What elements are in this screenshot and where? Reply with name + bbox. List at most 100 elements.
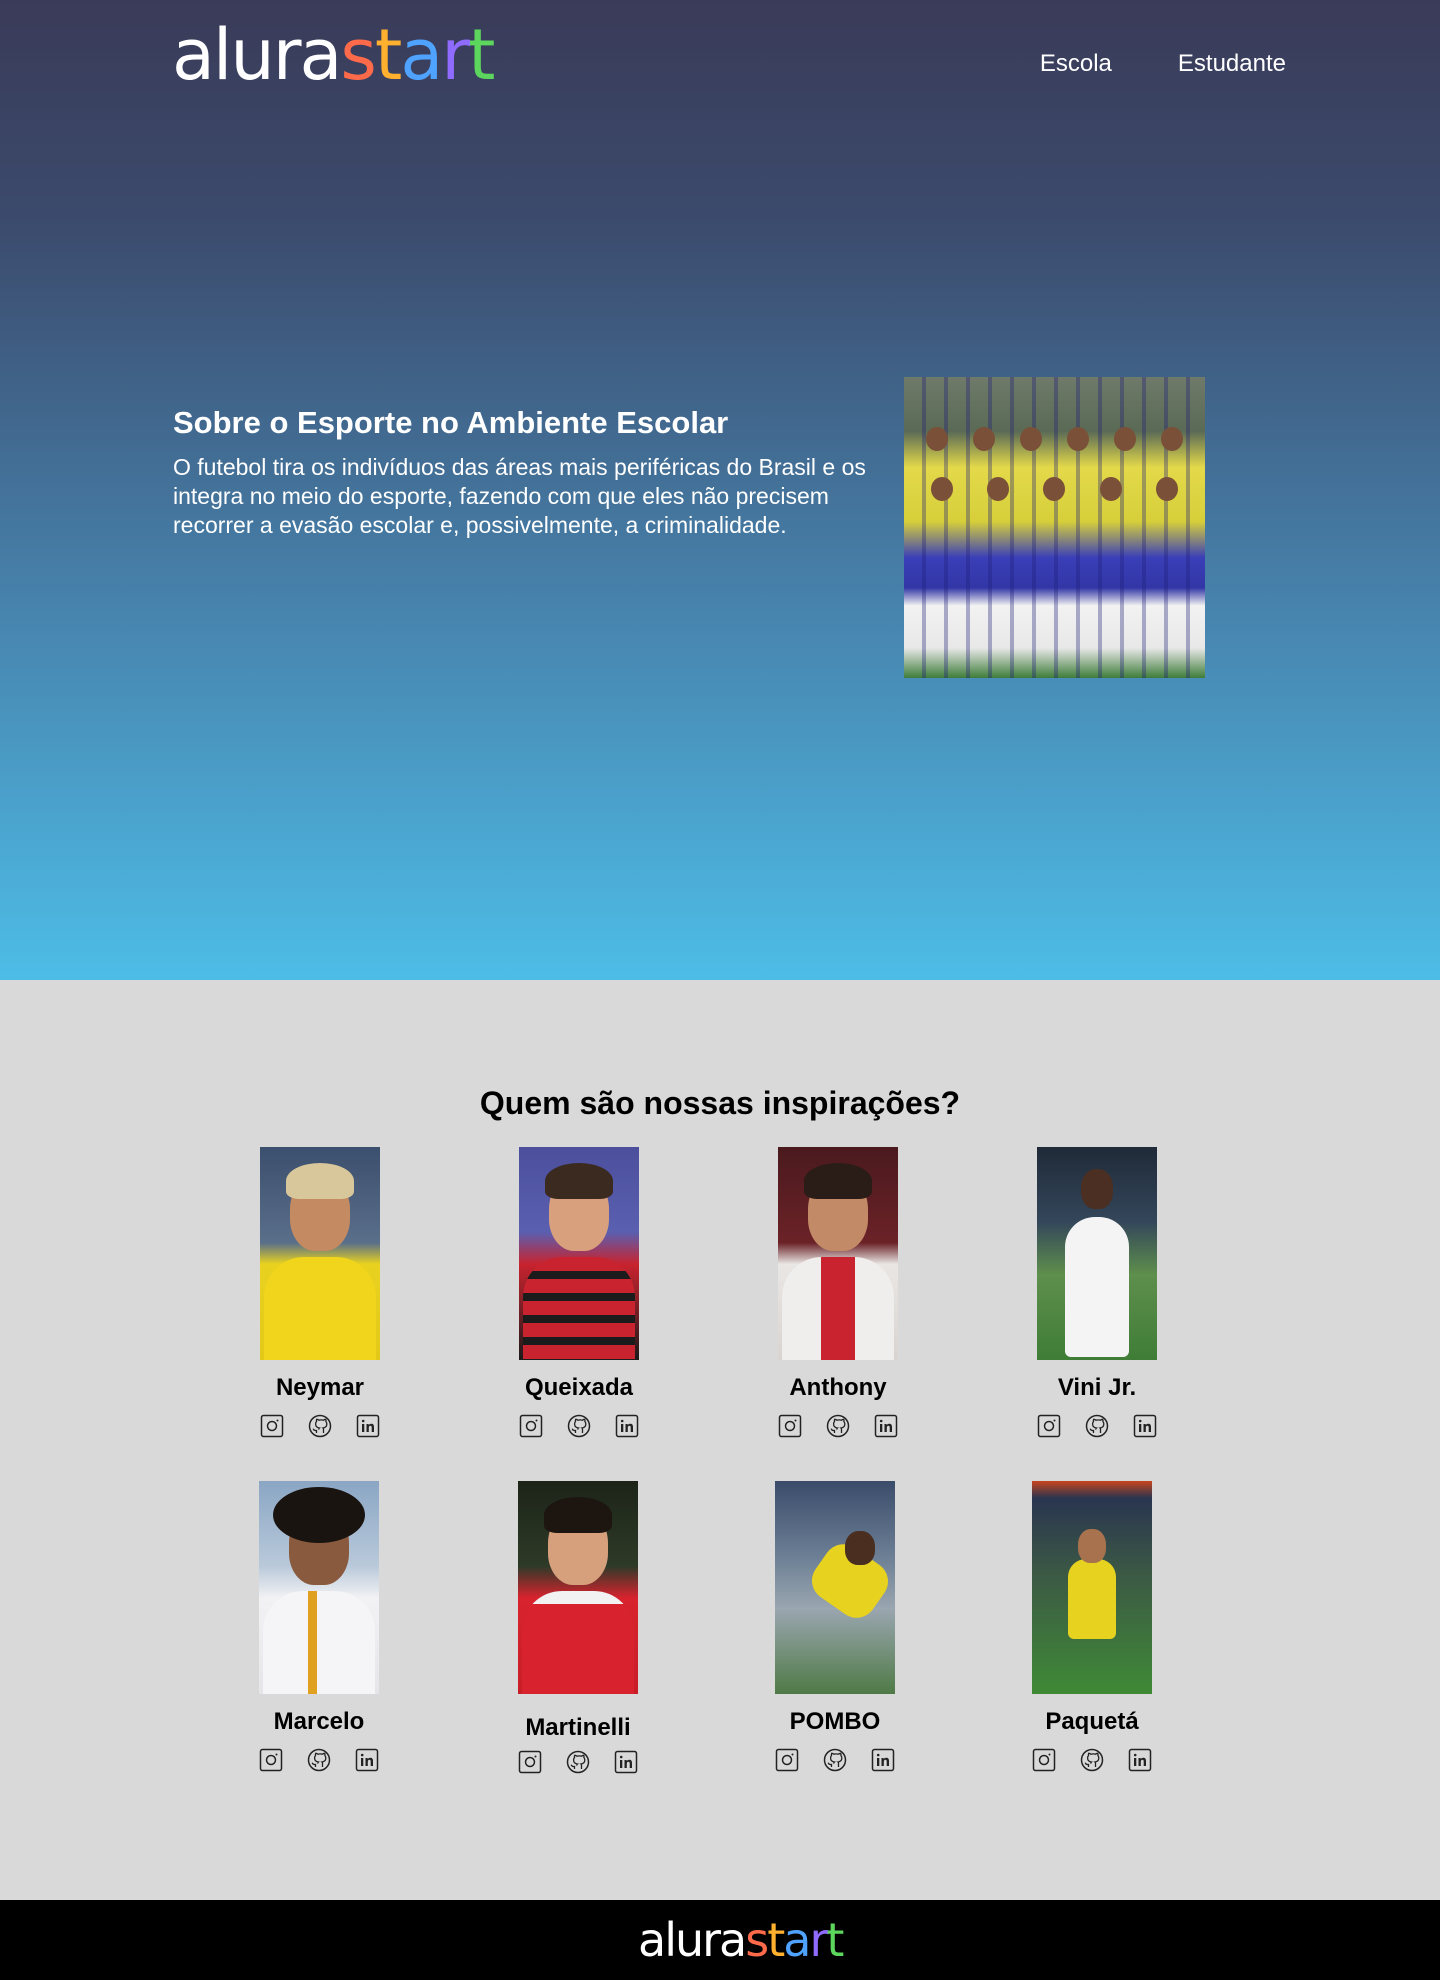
logo-letter: r — [441, 14, 470, 96]
logo-letter: t — [826, 1913, 844, 1967]
team-photo-back-row — [914, 427, 1195, 451]
logo-letter: a — [400, 14, 443, 96]
social-links — [1037, 1414, 1157, 1438]
player-photo — [775, 1481, 895, 1694]
github-icon[interactable] — [823, 1748, 847, 1772]
logo-letter: t — [767, 1913, 785, 1967]
player-photo-hair — [544, 1497, 612, 1533]
player-head — [1155, 477, 1178, 501]
player-photo-face — [1078, 1529, 1106, 1563]
player-photo — [519, 1147, 639, 1360]
alurastart-logo[interactable]: alura start — [172, 20, 496, 90]
linkedin-icon[interactable] — [871, 1748, 895, 1772]
instagram-icon[interactable] — [775, 1748, 799, 1772]
linkedin-icon[interactable] — [356, 1414, 380, 1438]
player-head — [1066, 427, 1089, 451]
linkedin-icon[interactable] — [614, 1750, 638, 1774]
hero-text: Sobre o Esporte no Ambiente Escolar O fu… — [173, 403, 893, 540]
linkedin-icon[interactable] — [1133, 1414, 1157, 1438]
player-photo — [260, 1147, 380, 1360]
player-card-martinelli: Martinelli — [518, 1481, 638, 1774]
player-photo — [1037, 1147, 1157, 1360]
player-photo-hair — [273, 1487, 365, 1543]
social-links — [518, 1750, 638, 1774]
player-head — [1043, 477, 1066, 501]
player-card-queixada: Queixada — [519, 1147, 639, 1438]
player-head — [1020, 427, 1043, 451]
linkedin-icon[interactable] — [615, 1414, 639, 1438]
player-name: Anthony — [789, 1374, 887, 1401]
instagram-icon[interactable] — [1037, 1414, 1061, 1438]
github-icon[interactable] — [1080, 1748, 1104, 1772]
player-card-anthony: Anthony — [778, 1147, 898, 1438]
team-photo — [904, 377, 1205, 678]
social-links — [260, 1414, 380, 1438]
player-card-paqueta: Paquetá — [1032, 1481, 1152, 1772]
social-links — [1032, 1748, 1152, 1772]
logo-letter: r — [809, 1913, 828, 1967]
github-icon[interactable] — [826, 1414, 850, 1438]
social-links — [778, 1414, 898, 1438]
player-photo-hair — [286, 1163, 354, 1199]
player-photo-shirt — [782, 1257, 894, 1360]
logo-text-start: start — [340, 20, 495, 90]
instagram-icon[interactable] — [260, 1414, 284, 1438]
player-photo — [778, 1147, 898, 1360]
player-photo-face — [1081, 1169, 1113, 1209]
linkedin-icon[interactable] — [355, 1748, 379, 1772]
player-photo-shirt — [263, 1591, 375, 1694]
instagram-icon[interactable] — [519, 1414, 543, 1438]
linkedin-icon[interactable] — [1128, 1748, 1152, 1772]
player-photo-shirt — [264, 1257, 376, 1360]
github-icon[interactable] — [566, 1750, 590, 1774]
github-icon[interactable] — [1085, 1414, 1109, 1438]
github-icon[interactable] — [308, 1414, 332, 1438]
team-photo-front-row — [914, 477, 1195, 501]
player-name: Marcelo — [273, 1708, 365, 1735]
player-photo — [518, 1481, 638, 1694]
player-card-vini-jr: Vini Jr. — [1037, 1147, 1157, 1438]
player-name: Vini Jr. — [1057, 1374, 1137, 1401]
player-name: Paquetá — [1045, 1708, 1139, 1735]
player-head — [926, 427, 949, 451]
hero-section: alura start Escola Estudante Sobre o Espo… — [0, 0, 1440, 980]
logo-letter: s — [340, 14, 377, 96]
player-head — [987, 477, 1010, 501]
github-icon[interactable] — [307, 1748, 331, 1772]
player-photo-hair — [545, 1163, 613, 1199]
player-card-marcelo: Marcelo — [259, 1481, 379, 1772]
instagram-icon[interactable] — [778, 1414, 802, 1438]
logo-letter: t — [468, 14, 495, 96]
logo-letter: a — [783, 1913, 811, 1967]
player-photo-shirt — [523, 1257, 635, 1360]
logo-letter: t — [374, 14, 402, 96]
logo-text-alura: alura — [638, 1913, 747, 1967]
player-head — [1099, 477, 1122, 501]
player-photo-shirt — [522, 1591, 634, 1694]
instagram-icon[interactable] — [1032, 1748, 1056, 1772]
hero-description: O futebol tira os indivíduos das áreas m… — [173, 454, 866, 538]
main-nav: Escola Estudante — [1040, 50, 1286, 78]
footer-logo[interactable]: alura start — [638, 1913, 844, 1967]
instagram-icon[interactable] — [518, 1750, 542, 1774]
player-photo-face — [845, 1531, 875, 1565]
logo-text-start: start — [745, 1917, 844, 1963]
player-head — [931, 477, 954, 501]
player-head — [973, 427, 996, 451]
nav-link-estudante[interactable]: Estudante — [1178, 50, 1286, 78]
player-card-neymar: Neymar — [260, 1147, 380, 1438]
social-links — [519, 1414, 639, 1438]
nav-link-escola[interactable]: Escola — [1040, 50, 1112, 78]
player-card-pombo: POMBO — [775, 1481, 895, 1772]
player-name: POMBO — [789, 1708, 881, 1735]
linkedin-icon[interactable] — [874, 1414, 898, 1438]
social-links — [259, 1748, 379, 1772]
logo-letter: s — [745, 1913, 769, 1967]
player-photo-hair — [804, 1163, 872, 1199]
player-head — [1113, 427, 1136, 451]
github-icon[interactable] — [567, 1414, 591, 1438]
player-photo — [259, 1481, 379, 1694]
player-photo-shirt — [1068, 1559, 1116, 1639]
player-name: Neymar — [275, 1374, 365, 1401]
instagram-icon[interactable] — [259, 1748, 283, 1772]
